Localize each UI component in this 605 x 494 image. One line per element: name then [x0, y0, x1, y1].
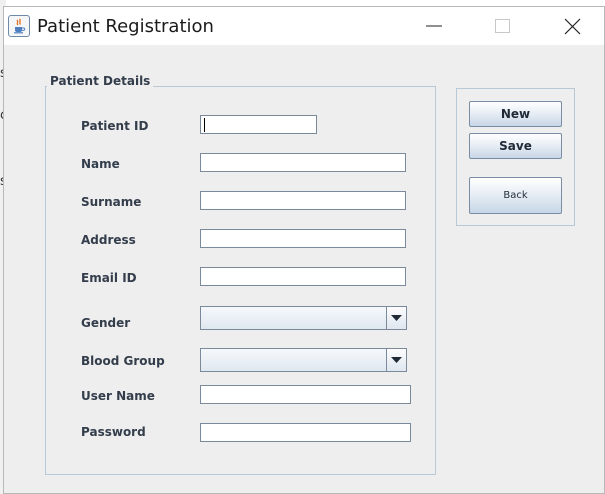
gender-label: Gender: [81, 316, 131, 330]
surname-input[interactable]: [200, 191, 406, 210]
new-button[interactable]: New: [469, 101, 562, 127]
email-label: Email ID: [81, 271, 137, 285]
username-label: User Name: [81, 389, 155, 403]
chevron-down-icon: [391, 315, 402, 321]
name-input[interactable]: [200, 153, 406, 172]
back-button[interactable]: Back: [469, 177, 562, 214]
java-coffee-icon: [8, 15, 30, 37]
title-bar[interactable]: Patient Registration: [4, 7, 604, 45]
surname-label: Surname: [81, 195, 142, 209]
minimize-icon: [426, 25, 442, 27]
patient-id-label: Patient ID: [81, 119, 149, 133]
save-button[interactable]: Save: [469, 133, 562, 159]
address-input[interactable]: [200, 229, 406, 248]
blood-group-label: Blood Group: [81, 354, 165, 368]
blood-group-dropdown-button[interactable]: [386, 349, 406, 371]
patient-details-title: Patient Details: [47, 74, 154, 88]
minimize-button[interactable]: [411, 7, 457, 45]
name-label: Name: [81, 157, 120, 171]
maximize-icon: [495, 19, 510, 33]
username-input[interactable]: [200, 385, 411, 404]
window-title: Patient Registration: [37, 16, 214, 37]
text-caret: [204, 118, 205, 132]
password-input[interactable]: [200, 423, 411, 442]
password-label: Password: [81, 425, 146, 439]
address-label: Address: [81, 233, 136, 247]
chevron-down-icon: [391, 357, 402, 363]
close-icon: [564, 18, 581, 35]
patient-id-input[interactable]: [200, 115, 317, 134]
email-input[interactable]: [200, 267, 406, 286]
gender-dropdown-button[interactable]: [386, 307, 406, 329]
gender-select[interactable]: [200, 306, 407, 330]
maximize-button[interactable]: [480, 7, 526, 45]
close-button[interactable]: [550, 7, 596, 45]
blood-group-select[interactable]: [200, 348, 407, 372]
